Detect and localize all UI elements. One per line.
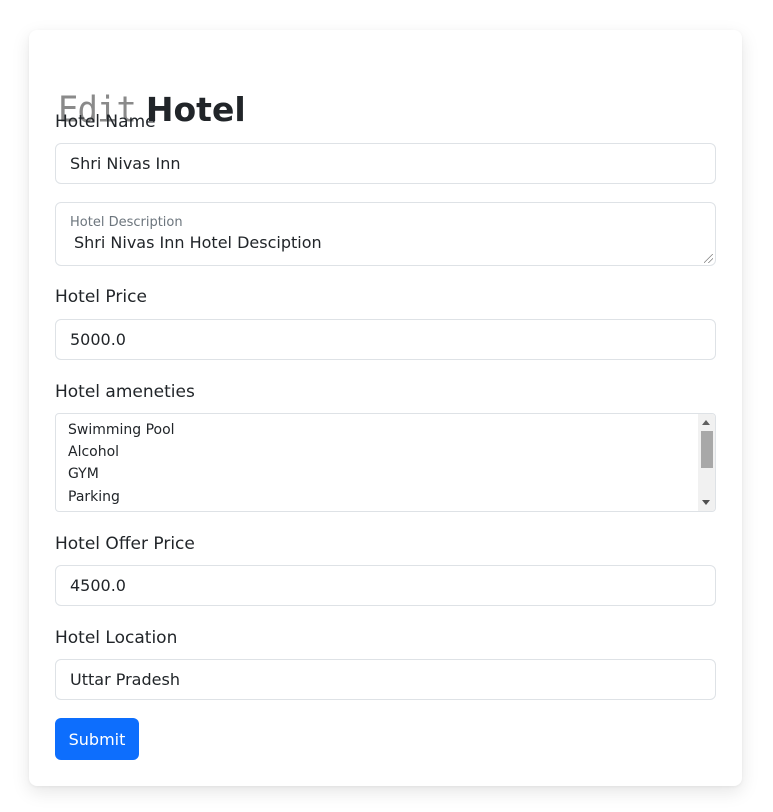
hotel-offer-price-input[interactable]: [55, 565, 716, 606]
hotel-location-input[interactable]: [55, 659, 716, 700]
title-main-word: Hotel: [145, 90, 246, 129]
hotel-location-label: Hotel Location: [55, 628, 178, 648]
hotel-description-label: Hotel Description: [70, 215, 183, 230]
hotel-name-label: Hotel Name: [55, 112, 156, 132]
hotel-amenities-label: Hotel ameneties: [55, 382, 195, 402]
amenities-scrollbar[interactable]: [698, 414, 715, 511]
hotel-price-input[interactable]: [55, 319, 716, 360]
submit-button[interactable]: Submit: [55, 718, 139, 760]
amenity-option[interactable]: GYM: [68, 466, 99, 482]
hotel-description-value: Shri Nivas Inn Hotel Desciption: [74, 233, 322, 252]
hotel-price-label: Hotel Price: [55, 287, 147, 307]
hotel-offer-price-label: Hotel Offer Price: [55, 534, 195, 554]
scroll-down-arrow-icon[interactable]: [702, 500, 710, 505]
scrollbar-thumb[interactable]: [701, 431, 713, 468]
resize-handle-icon[interactable]: [704, 254, 713, 263]
hotel-amenities-select[interactable]: Swimming Pool Alcohol GYM Parking: [55, 413, 716, 512]
edit-hotel-card: EditHotel Hotel Name Hotel Description S…: [29, 30, 742, 786]
hotel-name-input[interactable]: [55, 143, 716, 184]
amenity-option[interactable]: Alcohol: [68, 444, 119, 460]
amenity-option[interactable]: Swimming Pool: [68, 422, 175, 438]
scroll-up-arrow-icon[interactable]: [702, 420, 710, 425]
amenity-option[interactable]: Parking: [68, 489, 120, 505]
hotel-description-textarea[interactable]: Hotel Description Shri Nivas Inn Hotel D…: [55, 202, 716, 266]
